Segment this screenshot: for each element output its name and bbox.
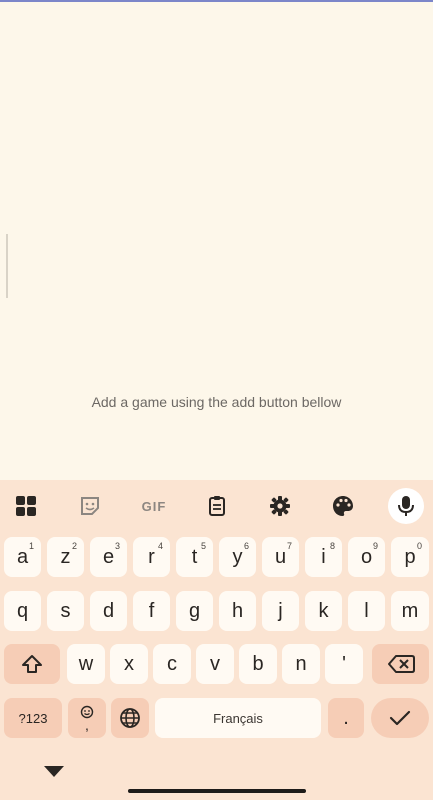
key-u[interactable]: u7 xyxy=(262,537,299,577)
key-o[interactable]: o9 xyxy=(348,537,385,577)
key-h[interactable]: h xyxy=(219,591,256,631)
key-s[interactable]: s xyxy=(47,591,84,631)
key-f[interactable]: f xyxy=(133,591,170,631)
space-bar[interactable]: Français xyxy=(155,698,321,738)
key-n[interactable]: n xyxy=(282,644,320,684)
theme-palette-icon[interactable] xyxy=(325,488,361,524)
backspace-icon xyxy=(387,655,415,673)
key-y[interactable]: y6 xyxy=(219,537,256,577)
main-content: Add a game using the add button bellow xyxy=(0,2,433,480)
key-x[interactable]: x xyxy=(110,644,148,684)
scroll-indicator xyxy=(6,234,8,298)
key-w[interactable]: w xyxy=(67,644,105,684)
key-v[interactable]: v xyxy=(196,644,234,684)
shift-arrow-icon xyxy=(22,655,42,673)
microphone-icon[interactable] xyxy=(388,488,424,524)
key-c[interactable]: c xyxy=(153,644,191,684)
key-p[interactable]: p0 xyxy=(391,537,429,577)
sticker-icon[interactable] xyxy=(72,488,108,524)
key-g[interactable]: g xyxy=(176,591,213,631)
key-k[interactable]: k xyxy=(305,591,342,631)
backspace-key[interactable] xyxy=(372,644,429,684)
settings-gear-icon[interactable] xyxy=(262,488,298,524)
key-z[interactable]: z2 xyxy=(47,537,84,577)
empty-state-message: Add a game using the add button bellow xyxy=(91,394,342,410)
key-j[interactable]: j xyxy=(262,591,299,631)
key-r[interactable]: r4 xyxy=(133,537,170,577)
gif-button[interactable]: GIF xyxy=(134,488,174,524)
apps-grid-icon[interactable] xyxy=(8,488,44,524)
key-b[interactable]: b xyxy=(239,644,277,684)
key-q[interactable]: q xyxy=(4,591,41,631)
language-key[interactable] xyxy=(111,698,149,738)
period-key[interactable]: . xyxy=(328,698,364,738)
key-e[interactable]: e3 xyxy=(90,537,127,577)
keyboard-toolbar: GIF xyxy=(0,480,433,532)
shift-key[interactable] xyxy=(4,644,60,684)
globe-icon xyxy=(120,708,140,728)
clipboard-icon[interactable] xyxy=(199,488,235,524)
soft-keyboard: GIF a1 z2 e3 r4 t5 y6 u7 i8 o9 p0 q s d … xyxy=(0,480,433,800)
emoji-comma-key[interactable]: , xyxy=(68,698,106,738)
key-t[interactable]: t5 xyxy=(176,537,213,577)
key-i[interactable]: i8 xyxy=(305,537,342,577)
enter-key[interactable] xyxy=(371,698,429,738)
hide-keyboard-chevron-icon[interactable] xyxy=(44,766,64,777)
key-l[interactable]: l xyxy=(348,591,385,631)
key-apostrophe[interactable]: ' xyxy=(325,644,363,684)
key-d[interactable]: d xyxy=(90,591,127,631)
key-m[interactable]: m xyxy=(391,591,429,631)
key-a[interactable]: a1 xyxy=(4,537,41,577)
navigation-gesture-bar[interactable] xyxy=(128,789,306,793)
symbols-key[interactable]: ?123 xyxy=(4,698,62,738)
checkmark-icon xyxy=(389,710,411,726)
